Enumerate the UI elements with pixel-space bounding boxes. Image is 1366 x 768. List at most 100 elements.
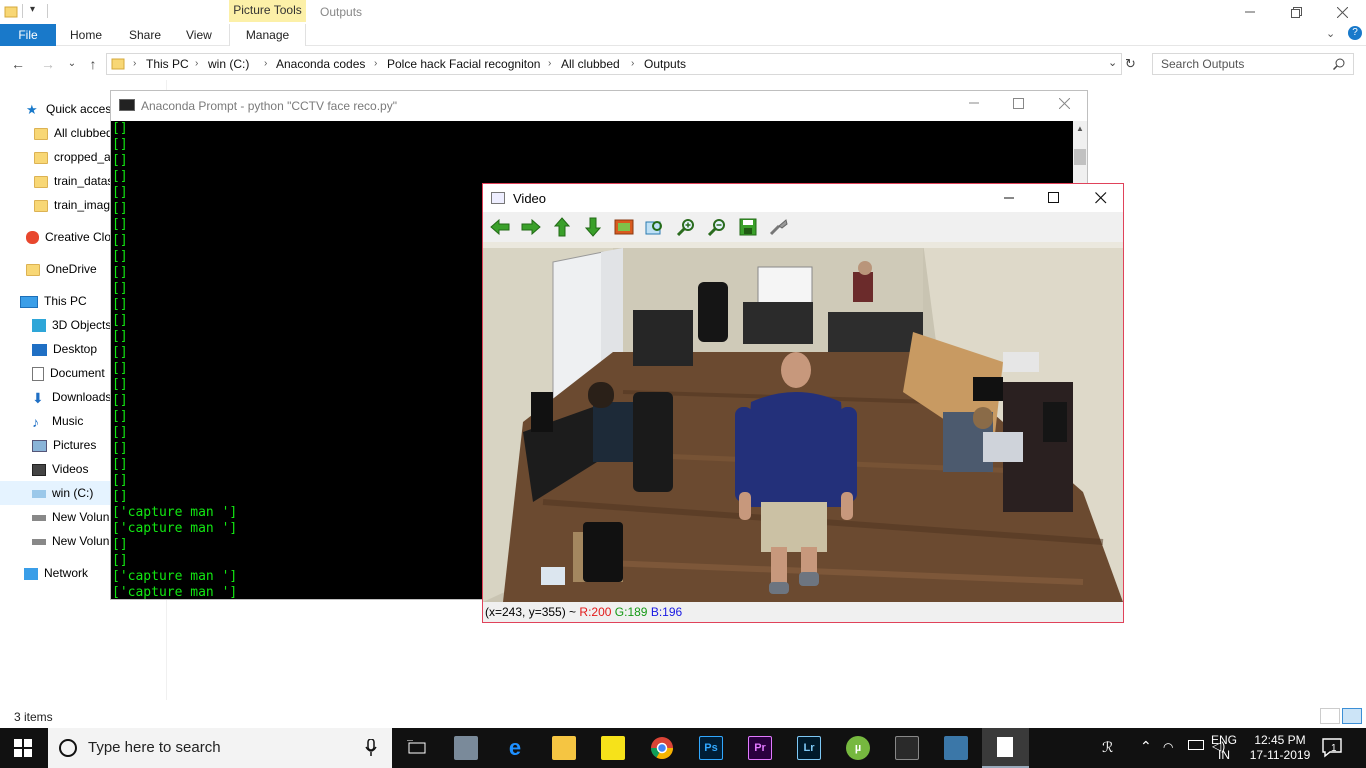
music-icon: ♪ <box>32 413 39 430</box>
arrow-up-icon[interactable] <box>551 217 573 237</box>
clock[interactable]: 12:45 PM 17-11-2019 <box>1244 733 1316 763</box>
expand-ribbon-icon[interactable]: ⌄ <box>1326 27 1335 40</box>
address-dropdown-icon[interactable]: ⌄ <box>1108 56 1117 69</box>
status-item-count: 3 items <box>14 710 53 724</box>
tab-view[interactable]: View <box>174 24 224 46</box>
minimize-button[interactable] <box>969 97 979 112</box>
nav-item-label: Pictures <box>53 438 97 452</box>
quick-access-dropdown-icon[interactable]: ▾ <box>30 4 35 15</box>
taskbar-search-input[interactable]: Type here to search <box>48 728 392 768</box>
input-language[interactable]: ENG IN <box>1208 733 1240 763</box>
details-view-button[interactable] <box>1320 708 1340 724</box>
lightroom-icon[interactable]: Lr <box>797 736 821 760</box>
python-icon[interactable] <box>944 736 968 760</box>
refresh-icon[interactable]: ↻ <box>1125 56 1136 72</box>
command-prompt-icon[interactable] <box>895 736 919 760</box>
nav-item-label: 3D Objects <box>52 318 112 332</box>
tab-file[interactable]: File <box>0 24 56 46</box>
nav-item-win-c[interactable]: win (C:) <box>0 481 110 505</box>
breadcrumb-separator: › <box>374 58 378 69</box>
arrow-down-icon[interactable] <box>582 217 604 237</box>
document-icon <box>32 366 44 381</box>
zoom-in-icon[interactable] <box>675 217 697 237</box>
anaconda-prompt-title: Anaconda Prompt - python "CCTV face reco… <box>141 99 397 113</box>
tab-share[interactable]: Share <box>117 24 173 46</box>
nav-item-label: New Volun <box>52 510 110 524</box>
large-icons-view-button[interactable] <box>1342 708 1362 724</box>
back-button[interactable]: ← <box>9 55 27 73</box>
window-title: Outputs <box>320 5 363 19</box>
utorrent-icon[interactable]: µ <box>846 736 870 760</box>
nav-item-label: Network <box>44 566 89 580</box>
video-frame[interactable] <box>483 242 1123 602</box>
sticky-notes-icon[interactable] <box>601 736 625 760</box>
coordinate-readout: (x=243, y=355) ~ <box>485 605 580 619</box>
help-icon[interactable]: ? <box>1348 26 1362 40</box>
save-icon[interactable] <box>737 217 759 237</box>
tab-manage[interactable]: Manage <box>229 24 306 46</box>
anaconda-prompt-titlebar: Anaconda Prompt - python "CCTV face reco… <box>111 91 1087 121</box>
people-icon[interactable]: ℛ <box>1102 739 1113 756</box>
folder-icon <box>34 151 48 164</box>
pictures-icon <box>32 439 47 452</box>
drive-icon <box>32 514 46 521</box>
close-button[interactable] <box>1058 97 1071 112</box>
notification-center-icon[interactable]: 1 <box>1322 738 1344 761</box>
search-input[interactable]: Search Outputs <box>1152 53 1354 75</box>
scroll-up-icon[interactable]: ▲ <box>1076 124 1084 133</box>
explorer-titlebar: ▾ Picture Tools Outputs <box>0 0 1366 24</box>
up-button[interactable]: ↑ <box>84 55 102 73</box>
microphone-icon[interactable] <box>365 738 377 760</box>
scrollbar-thumb[interactable] <box>1074 149 1086 165</box>
breadcrumb-win-c[interactable]: win (C:) <box>208 54 249 74</box>
recent-locations-button[interactable]: ⌄ <box>63 55 81 73</box>
edge-icon[interactable]: e <box>503 735 527 760</box>
divider <box>47 4 48 18</box>
breadcrumb-this-pc[interactable]: This PC <box>146 54 189 74</box>
address-bar[interactable]: › This PC › win (C:) › Anaconda codes › … <box>106 53 1122 75</box>
nav-item-label: Music <box>52 414 84 428</box>
minimize-button[interactable] <box>1227 0 1273 24</box>
folder-icon <box>34 127 48 140</box>
maximize-button[interactable] <box>1013 98 1024 112</box>
zoom-fit-icon[interactable] <box>644 217 666 237</box>
app-icon-tool[interactable] <box>454 736 478 760</box>
breadcrumb-all-clubbed[interactable]: All clubbed <box>561 54 620 74</box>
zoom-out-icon[interactable] <box>706 217 728 237</box>
clock-date: 17-11-2019 <box>1249 748 1311 762</box>
battery-icon[interactable] <box>1188 740 1204 750</box>
breadcrumb-outputs[interactable]: Outputs <box>644 54 686 74</box>
image-icon[interactable] <box>613 217 635 237</box>
region-code: IN <box>1218 748 1230 762</box>
file-explorer-icon[interactable] <box>552 736 576 760</box>
clock-time: 12:45 PM <box>1254 733 1306 747</box>
green-value: G:189 <box>614 605 648 619</box>
photoshop-icon[interactable]: Ps <box>699 736 723 760</box>
close-button[interactable] <box>1319 0 1365 24</box>
tab-home[interactable]: Home <box>58 24 114 46</box>
active-app-tab[interactable] <box>982 728 1029 768</box>
arrow-left-icon[interactable] <box>489 217 511 237</box>
network-icon <box>24 567 38 580</box>
picture-tools-context-tab: Picture Tools <box>229 0 306 22</box>
breadcrumb-anaconda-codes[interactable]: Anaconda codes <box>276 54 365 74</box>
chrome-icon[interactable] <box>650 736 674 760</box>
nav-item-label: Creative Clo <box>45 230 112 244</box>
forward-button[interactable]: → <box>39 55 57 73</box>
premiere-icon[interactable]: Pr <box>748 736 772 760</box>
minimize-button[interactable] <box>1003 190 1015 207</box>
restore-button[interactable] <box>1273 0 1319 24</box>
maximize-button[interactable] <box>1048 192 1060 207</box>
close-button[interactable] <box>1095 192 1107 207</box>
task-view-icon[interactable] <box>405 736 429 760</box>
breadcrumb-separator: › <box>133 58 137 69</box>
videos-icon <box>32 463 46 476</box>
document-icon <box>997 737 1013 757</box>
windows-start-icon[interactable] <box>14 739 32 760</box>
breadcrumb-polce-hack[interactable]: Polce hack Facial recogniton <box>387 54 540 74</box>
show-hidden-icons-icon[interactable]: ⌃ <box>1140 738 1152 755</box>
wifi-icon[interactable]: ◠ <box>1163 740 1173 754</box>
properties-icon[interactable] <box>768 217 790 237</box>
arrow-right-icon[interactable] <box>520 217 542 237</box>
video-pixel-readout: (x=243, y=355) ~ R:200 G:189 B:196 <box>483 602 1123 622</box>
